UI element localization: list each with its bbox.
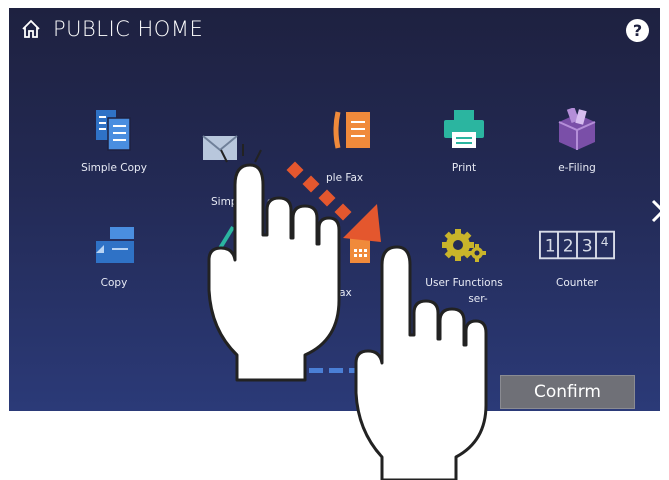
tile-label: e-Filing (558, 162, 596, 174)
tile-e-filing[interactable]: e-Filing (527, 108, 627, 174)
chevron-right-icon[interactable] (649, 198, 660, 224)
tile-label: Counter (556, 277, 598, 289)
copy-document-icon (96, 110, 131, 151)
svg-text:2: 2 (563, 237, 574, 257)
copier-icon (96, 227, 134, 263)
svg-text:1: 1 (545, 237, 556, 257)
page-title: PUBLIC HOME (53, 17, 204, 41)
hand-pointer-icon (207, 144, 341, 382)
tile-label: Simple Copy (81, 162, 147, 174)
tile-label: Print (451, 162, 477, 174)
confirm-button[interactable]: Confirm (500, 375, 635, 409)
hand-pointer-icon (354, 245, 488, 480)
svg-text:3: 3 (582, 237, 593, 257)
tile-label: Copy (100, 277, 128, 289)
svg-text:4: 4 (601, 235, 609, 249)
help-button[interactable]: ? (626, 19, 649, 42)
counter-icon: 1234 (539, 230, 615, 260)
printer-icon (444, 110, 484, 148)
tile-print[interactable]: Print (414, 108, 514, 174)
home-icon[interactable] (21, 19, 41, 39)
efiling-box-icon (558, 108, 596, 150)
tile-copy[interactable]: Copy (64, 223, 164, 289)
header-bar: PUBLIC HOME ? (9, 8, 660, 52)
tile-simple-copy[interactable]: Simple Copy (64, 108, 164, 174)
tile-counter[interactable]: 1234 Counter (527, 223, 627, 289)
